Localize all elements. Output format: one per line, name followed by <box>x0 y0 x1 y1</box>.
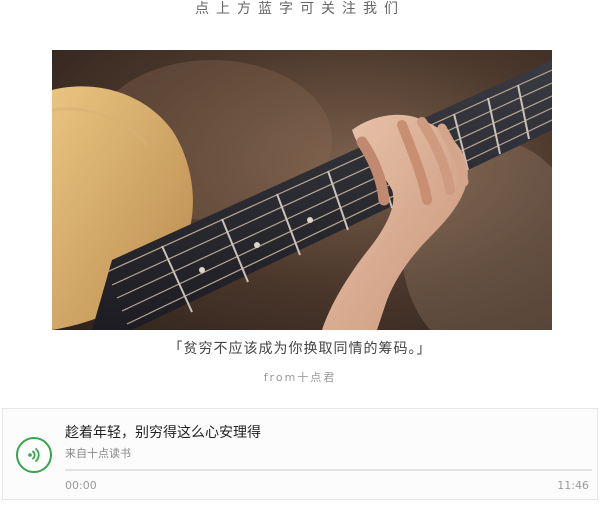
audio-player[interactable]: 趁着年轻，别穷得这么心安理得 来自十点读书 00:00 11:46 <box>2 408 598 500</box>
audio-progress-bar[interactable] <box>65 469 592 471</box>
quote-text: 「贫穷不应该成为你换取同情的筹码。」 <box>168 341 432 357</box>
audio-play-button[interactable] <box>16 437 52 473</box>
audio-duration: 11:46 <box>557 479 589 492</box>
quote-source: from十点君 <box>263 371 337 384</box>
audio-title: 趁着年轻，别穷得这么心安理得 <box>65 425 261 441</box>
guitar-photo <box>52 50 552 330</box>
follow-hint: 点上方蓝字可关注我们 <box>195 1 405 17</box>
audio-current-time: 00:00 <box>65 479 97 492</box>
audio-source: 来自十点读书 <box>65 447 131 460</box>
audio-wave-icon <box>28 448 40 462</box>
guitar-illustration <box>52 50 552 330</box>
